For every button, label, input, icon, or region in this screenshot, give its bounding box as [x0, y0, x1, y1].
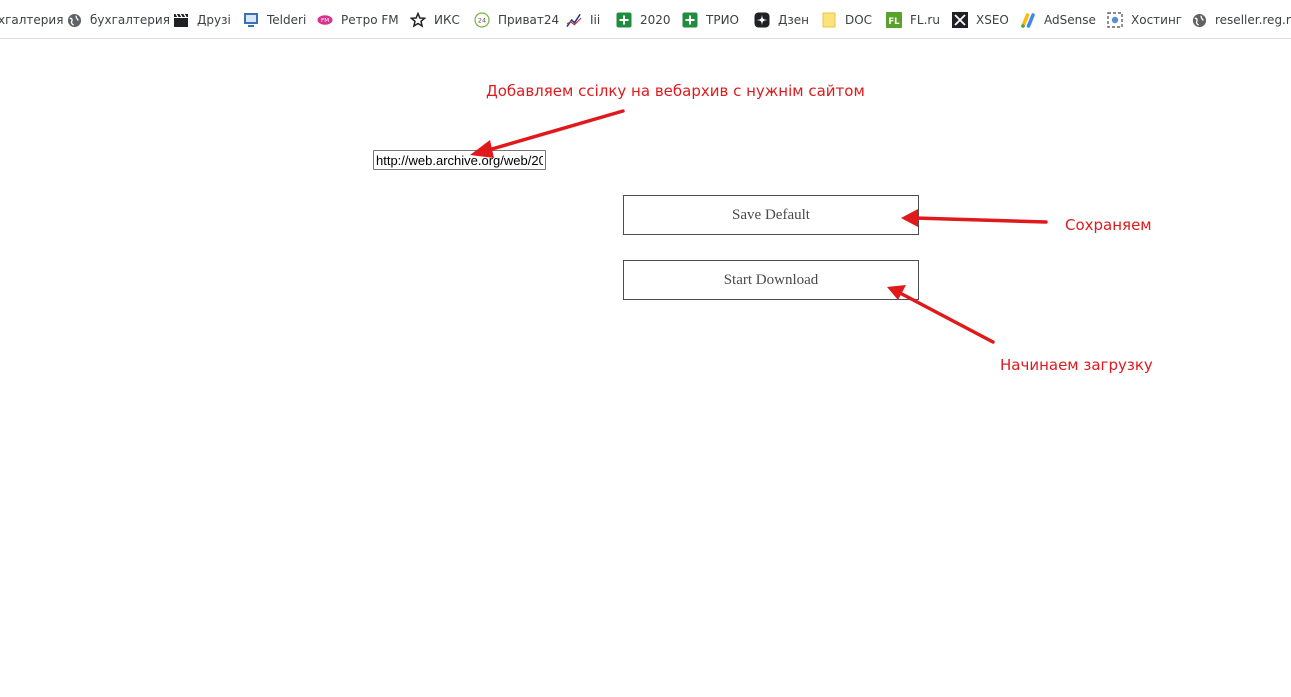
- monitor-icon: [243, 12, 259, 28]
- retro-fm-icon: FM: [317, 12, 333, 28]
- bookmark-iii[interactable]: Iii: [566, 9, 600, 31]
- globe-icon: [1191, 12, 1207, 28]
- bookmark-dzen[interactable]: Дзен: [754, 9, 809, 31]
- bookmark-druzi[interactable]: Друзі: [173, 9, 231, 31]
- bookmark-doc[interactable]: DOC: [821, 9, 872, 31]
- sheets-plus-icon: [682, 12, 698, 28]
- annotation-arrows: [470, 109, 1048, 344]
- svg-text:FM: FM: [321, 18, 329, 24]
- globe-icon: [66, 12, 82, 28]
- arrow-to-save-button: [913, 216, 1048, 224]
- hosting-icon: [1107, 12, 1123, 28]
- annotation-save: Сохраняем: [1065, 216, 1152, 234]
- save-default-button[interactable]: Save Default: [623, 195, 919, 235]
- chart-line-icon: [566, 12, 582, 28]
- bookmark-label: Приват24: [498, 13, 560, 27]
- bookmarks-bar: хгалтерия бухгалтерия Друзі Telderi FM Р…: [0, 0, 1291, 39]
- bookmark-label: Iii: [590, 13, 601, 27]
- svg-text:FL: FL: [888, 17, 900, 27]
- xseo-logo-icon: [952, 12, 968, 28]
- bookmark-label: Дзен: [778, 13, 809, 27]
- clapperboard-icon: [173, 12, 189, 28]
- note-icon: [821, 12, 837, 28]
- bookmark-label: XSEO: [976, 13, 1009, 27]
- bookmark-label: ТРИО: [706, 13, 739, 27]
- bookmark-label: 2020: [640, 13, 671, 27]
- bookmark-label: хгалтерия: [0, 13, 64, 27]
- bookmark-xseo[interactable]: XSEO: [952, 9, 1009, 31]
- start-download-button[interactable]: Start Download: [623, 260, 919, 300]
- bookmark-label: Ретро FM: [341, 13, 399, 27]
- annotation-add-link: Добавляем ссілку на вебархив с нужнім са…: [486, 82, 865, 100]
- bookmark-label: AdSense: [1044, 13, 1096, 27]
- sheets-plus-icon: [616, 12, 632, 28]
- bookmark-label: Хостинг: [1131, 13, 1183, 27]
- adsense-icon: [1020, 12, 1036, 28]
- fl-logo-icon: FL: [886, 12, 902, 28]
- bookmark-label: ИКС: [434, 13, 460, 27]
- bookmark-2020[interactable]: 2020: [616, 9, 671, 31]
- zen-star-icon: [754, 12, 770, 28]
- bookmark-label: FL.ru: [910, 13, 940, 27]
- bookmark-fl-ru[interactable]: FL FL.ru: [886, 9, 940, 31]
- url-input[interactable]: [373, 150, 546, 170]
- bookmark-label: reseller.reg.ru: [1215, 13, 1291, 27]
- bookmark-retro-fm[interactable]: FM Ретро FM: [317, 9, 399, 31]
- bookmark-label: Друзі: [197, 13, 231, 27]
- bookmark-adsense[interactable]: AdSense: [1020, 9, 1096, 31]
- privat24-icon: 24: [474, 12, 490, 28]
- bookmark-label: бухгалтерия: [90, 13, 170, 27]
- bookmark-hosting[interactable]: Хостинг: [1107, 9, 1182, 31]
- arrow-to-start-button: [898, 291, 995, 344]
- bookmark-buhgalteriya[interactable]: бухгалтерия: [66, 9, 170, 31]
- bookmark-trio[interactable]: ТРИО: [682, 9, 739, 31]
- bookmark-telderi[interactable]: Telderi: [243, 9, 306, 31]
- star-outline-icon: [410, 12, 426, 28]
- bookmark-label: DOC: [845, 13, 873, 27]
- annotation-start: Начинаем загрузку: [1000, 356, 1153, 374]
- bookmark-privat24[interactable]: 24 Приват24: [474, 9, 559, 31]
- arrow-to-url-input: [483, 109, 625, 153]
- bookmark-buhgalteriya-partial[interactable]: хгалтерия: [0, 9, 63, 31]
- svg-text:24: 24: [478, 17, 486, 25]
- bookmark-reseller-reg-ru[interactable]: reseller.reg.ru: [1191, 9, 1291, 31]
- bookmark-iks[interactable]: ИКС: [410, 9, 460, 31]
- bookmark-label: Telderi: [267, 13, 307, 27]
